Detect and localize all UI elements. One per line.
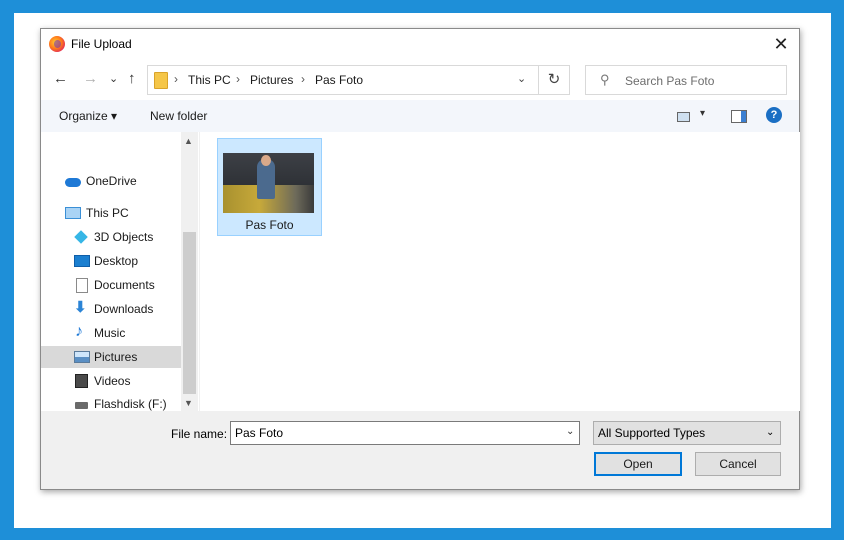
pc-icon (65, 207, 81, 219)
thumbnail-head (261, 155, 271, 166)
sidebar-item-label: Desktop (94, 254, 139, 268)
view-options-dropdown-icon[interactable]: ▾ (700, 108, 705, 119)
organize-button[interactable]: Organize ▾ (59, 109, 117, 123)
sidebar-item-downloads[interactable]: ⬇ Downloads (41, 298, 181, 320)
navigation-scrollbar[interactable]: ▲ ▼ (181, 132, 198, 411)
cube-icon (74, 230, 88, 244)
change-view-icon[interactable] (677, 112, 690, 122)
sidebar-item-desktop[interactable]: Desktop (41, 250, 181, 272)
file-upload-dialog: File Upload ✕ ← → ⌄ ↑ › This PC › Pictur… (40, 28, 800, 490)
cancel-button[interactable]: Cancel (695, 452, 781, 476)
sidebar-item-label: Documents (94, 278, 155, 292)
file-type-select[interactable]: All Supported Types ⌄ (593, 421, 781, 445)
sidebar-item-label: Pictures (94, 350, 138, 364)
up-button[interactable]: ↑ (128, 70, 136, 87)
file-name-label: Pas Foto (245, 218, 294, 232)
refresh-button[interactable]: ↻ (538, 65, 570, 95)
video-icon (75, 374, 88, 388)
file-list: Pas Foto (199, 132, 800, 411)
address-row: ← → ⌄ ↑ › This PC › Pictures › Pas Foto … (41, 60, 799, 100)
open-button[interactable]: Open (594, 452, 682, 476)
breadcrumb-separator: › (236, 72, 240, 86)
dialog-footer: File name: Pas Foto ⌄ All Supported Type… (41, 411, 799, 489)
sidebar-item-documents[interactable]: Documents (41, 274, 181, 296)
folder-icon (154, 72, 168, 89)
music-icon: ♪ (75, 323, 83, 340)
preview-pane-icon[interactable] (731, 110, 747, 123)
search-placeholder: Search Pas Foto (625, 74, 715, 88)
file-name-dropdown-icon[interactable]: ⌄ (566, 426, 574, 437)
sidebar-item-label: This PC (86, 206, 129, 220)
onedrive-icon (65, 178, 81, 187)
file-name-input[interactable]: Pas Foto (230, 421, 580, 445)
file-thumbnail (223, 153, 314, 213)
window-title: File Upload (71, 37, 132, 51)
scroll-down-icon[interactable]: ▼ (184, 398, 193, 408)
sidebar-item-onedrive[interactable]: OneDrive (41, 170, 181, 192)
back-button[interactable]: ← (53, 70, 68, 87)
sidebar-item-label: Flashdisk (F:) (94, 397, 167, 411)
sidebar-item-this-pc[interactable]: This PC (41, 202, 181, 224)
download-icon: ⬇ (74, 299, 87, 316)
document-icon (76, 278, 88, 293)
breadcrumb-this-pc[interactable]: This PC (188, 73, 231, 87)
sidebar-item-label: OneDrive (86, 174, 137, 188)
file-type-dropdown-icon: ⌄ (766, 427, 775, 438)
command-bar: Organize ▾ New folder ▾ ? (41, 100, 799, 132)
desktop-icon (74, 255, 90, 267)
sidebar-item-label: Music (94, 326, 126, 340)
new-folder-button[interactable]: New folder (150, 109, 207, 123)
address-bar[interactable]: › This PC › Pictures › Pas Foto ⌄ (147, 65, 539, 95)
file-item[interactable]: Pas Foto (217, 138, 322, 236)
sidebar-item-music[interactable]: ♪ Music (41, 322, 181, 344)
recent-locations-button[interactable]: ⌄ (109, 72, 118, 85)
breadcrumb-separator: › (301, 72, 305, 86)
picture-icon (74, 351, 90, 363)
search-icon: ⚲ (600, 72, 610, 87)
scroll-up-icon[interactable]: ▲ (184, 136, 193, 146)
sidebar-item-videos[interactable]: Videos (41, 370, 181, 392)
firefox-icon (49, 36, 65, 52)
sidebar-item-label: Videos (94, 374, 131, 388)
search-box[interactable]: ⚲ Search Pas Foto (585, 65, 787, 95)
breadcrumb-pas-foto[interactable]: Pas Foto (315, 73, 363, 87)
breadcrumb-separator: › (174, 72, 178, 86)
breadcrumb-pictures[interactable]: Pictures (250, 73, 293, 87)
sidebar-item-pictures[interactable]: Pictures (41, 346, 181, 368)
sidebar-item-3d-objects[interactable]: 3D Objects (41, 226, 181, 248)
sidebar-item-label: 3D Objects (94, 230, 154, 244)
drive-icon (75, 402, 88, 409)
file-type-value: All Supported Types (598, 426, 706, 440)
sidebar-item-label: Downloads (94, 302, 154, 316)
close-button[interactable]: ✕ (766, 31, 796, 57)
address-dropdown-icon[interactable]: ⌄ (517, 72, 526, 85)
scrollbar-thumb[interactable] (183, 232, 196, 394)
file-name-label: File name: (171, 427, 228, 441)
file-name-value: Pas Foto (235, 426, 284, 440)
forward-button[interactable]: → (83, 70, 98, 87)
navigation-pane: OneDrive This PC 3D Objects Desktop Docu… (41, 132, 199, 411)
title-bar: File Upload ✕ (41, 29, 799, 60)
help-icon[interactable]: ? (766, 107, 782, 123)
